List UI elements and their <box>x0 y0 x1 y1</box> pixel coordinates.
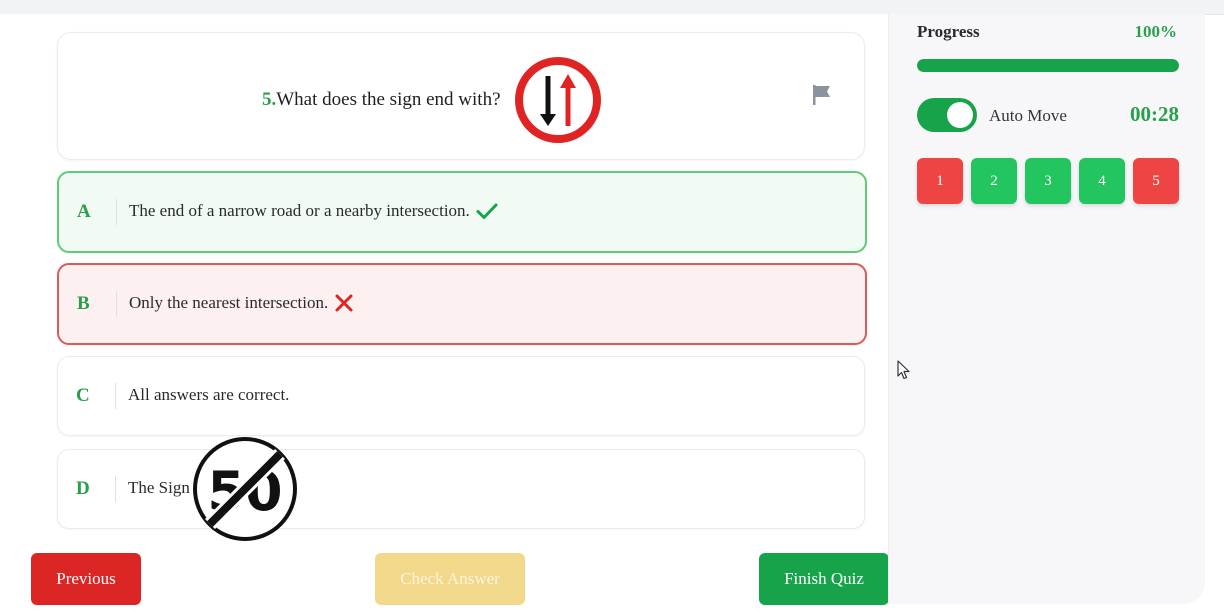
finish-quiz-button[interactable]: Finish Quiz <box>759 553 889 605</box>
top-bar <box>0 0 1224 15</box>
progress-bar <box>917 59 1179 72</box>
option-text: Only the nearest intersection. <box>129 293 329 312</box>
toggle-knob <box>947 102 973 128</box>
option-text: All answers are correct. <box>128 385 290 404</box>
cross-icon <box>335 294 353 312</box>
progress-label: Progress <box>917 22 980 41</box>
divider <box>115 476 116 502</box>
auto-move-toggle[interactable] <box>917 98 977 132</box>
two-way-traffic-sign-icon <box>515 57 601 143</box>
option-letter: C <box>76 385 90 406</box>
auto-move-label: Auto Move <box>989 106 1067 125</box>
question-label: What does the sign end with? <box>276 89 501 110</box>
sidebar: Progress 100% Auto Move 00:28 1 2 3 4 5 <box>888 14 1205 604</box>
option-b[interactable]: B Only the nearest intersection. <box>57 263 867 345</box>
check-icon <box>476 203 498 219</box>
progress-value: 100% <box>1134 22 1178 41</box>
question-nav-4[interactable]: 4 <box>1079 158 1125 204</box>
divider <box>115 383 116 409</box>
quiz-main-panel: 5.What does the sign end with? A The end… <box>0 14 889 614</box>
option-a[interactable]: A The end of a narrow road or a nearby i… <box>57 171 867 253</box>
divider <box>116 199 117 225</box>
question-nav-1[interactable]: 1 <box>917 158 963 204</box>
question-card: 5.What does the sign end with? <box>57 32 865 160</box>
question-number: 5. <box>262 89 277 110</box>
question-nav-5[interactable]: 5 <box>1133 158 1179 204</box>
divider <box>116 291 117 317</box>
question-nav-2[interactable]: 2 <box>971 158 1017 204</box>
option-text: The end of a narrow road or a nearby int… <box>129 201 470 220</box>
option-letter: B <box>77 293 90 314</box>
check-answer-button[interactable]: Check Answer <box>375 553 525 605</box>
mouse-cursor-icon <box>897 360 910 380</box>
question-text: 5.What does the sign end with? <box>262 89 501 111</box>
end-speed-limit-50-sign-icon: 50 <box>193 437 297 541</box>
question-nav-3[interactable]: 3 <box>1025 158 1071 204</box>
option-text: The Sign <box>128 478 190 497</box>
previous-button[interactable]: Previous <box>31 553 141 605</box>
option-letter: A <box>77 201 91 222</box>
timer: 00:28 <box>1130 102 1179 126</box>
flag-icon[interactable] <box>810 83 834 107</box>
option-letter: D <box>76 478 90 499</box>
option-c[interactable]: C All answers are correct. <box>57 356 865 436</box>
progress-bar-fill <box>917 59 1179 72</box>
option-d[interactable]: D The Sign 50 <box>57 437 865 541</box>
